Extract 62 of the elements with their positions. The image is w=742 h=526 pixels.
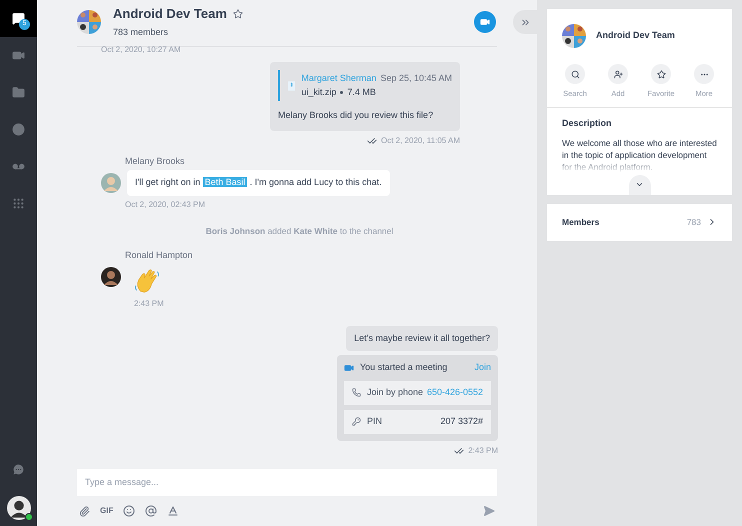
action-button[interactable] <box>565 64 585 84</box>
message-text: Melany Brooks did you review this file? <box>278 109 434 122</box>
action-button[interactable] <box>651 64 671 84</box>
search-icon <box>570 70 580 78</box>
user-avatar <box>101 266 121 287</box>
folder-icon <box>12 86 25 99</box>
file-author-link[interactable]: Margaret Sherman <box>301 72 376 86</box>
detail-label: Join by phone <box>367 386 424 399</box>
message-time: 2:43 PM <box>134 298 165 310</box>
author-name: Ronald Hampton <box>125 249 194 262</box>
chat-icon <box>12 12 25 25</box>
member-count: 783 members <box>113 26 170 38</box>
phone-link[interactable]: 650-426-0552 <box>426 386 483 400</box>
video-call-button[interactable] <box>474 10 496 32</box>
message-bubble: I'll get right on in Beth Basil . I'm gonna add Lucy to this chat. <box>127 170 390 196</box>
star-icon <box>656 70 666 78</box>
members-count: 783 <box>686 216 701 229</box>
detail-label: PIN <box>367 415 382 428</box>
video-icon <box>12 49 25 62</box>
at-sign-icon[interactable] <box>145 505 158 517</box>
waving-hand-icon <box>133 266 161 295</box>
key-icon <box>352 417 361 426</box>
join-link[interactable]: Join <box>474 361 491 375</box>
text-format-icon[interactable] <box>167 505 180 517</box>
phone-icon <box>352 388 361 398</box>
chat-title: Android Dev Team <box>113 5 227 23</box>
file-date: Sep 25, 10:45 AM <box>380 72 452 85</box>
meeting-title: You started a meeting <box>360 361 448 374</box>
gif-button[interactable]: GIF <box>100 505 114 517</box>
collapse-panel-button[interactable] <box>513 10 537 34</box>
message-time: 2:43 PM <box>468 444 498 457</box>
system-message: Boris Johnson added Kate White to the channel <box>206 224 394 238</box>
author-name: Melany Brooks <box>125 154 186 168</box>
file-size: 7.4 MB <box>347 86 376 98</box>
message-time: Oct 2, 2020, 02:43 PM <box>125 198 206 210</box>
action-button[interactable] <box>608 64 628 84</box>
double-chevron-icon <box>520 16 530 28</box>
detail-value: 207 3372# <box>440 415 483 428</box>
smile-icon[interactable] <box>123 505 136 517</box>
description-text: We welcome all those who are interested in the topic of application development for the Android platform. <box>562 136 717 173</box>
group-avatar <box>562 24 586 48</box>
group-name: Android Dev Team <box>596 29 675 42</box>
send-icon[interactable] <box>483 505 495 517</box>
mention-chip[interactable]: Beth Basil <box>202 177 248 187</box>
file-name: ui_kit.zip <box>301 86 336 99</box>
add-user-icon <box>614 70 622 78</box>
message-input[interactable]: Type a message... <box>77 469 497 496</box>
message-time: Oct 2, 2020, 10:27 AM <box>101 44 182 56</box>
profile-avatar <box>6 496 30 520</box>
message-bubble: Let’s maybe review it all together? <box>346 326 498 352</box>
chat-bubble-icon[interactable] <box>12 463 25 476</box>
members-label: Members <box>562 216 600 229</box>
user-avatar <box>101 172 121 193</box>
members-row[interactable]: Members 783 <box>547 204 732 241</box>
star-icon[interactable] <box>232 8 243 19</box>
grid-icon <box>12 197 25 210</box>
video-icon <box>480 16 490 26</box>
video-icon <box>344 363 354 373</box>
message-time: Oct 2, 2020, 11:05 AM <box>380 134 460 146</box>
paperclip-icon[interactable] <box>79 506 90 516</box>
group-avatar <box>77 10 101 34</box>
description-heading: Description <box>562 117 613 130</box>
